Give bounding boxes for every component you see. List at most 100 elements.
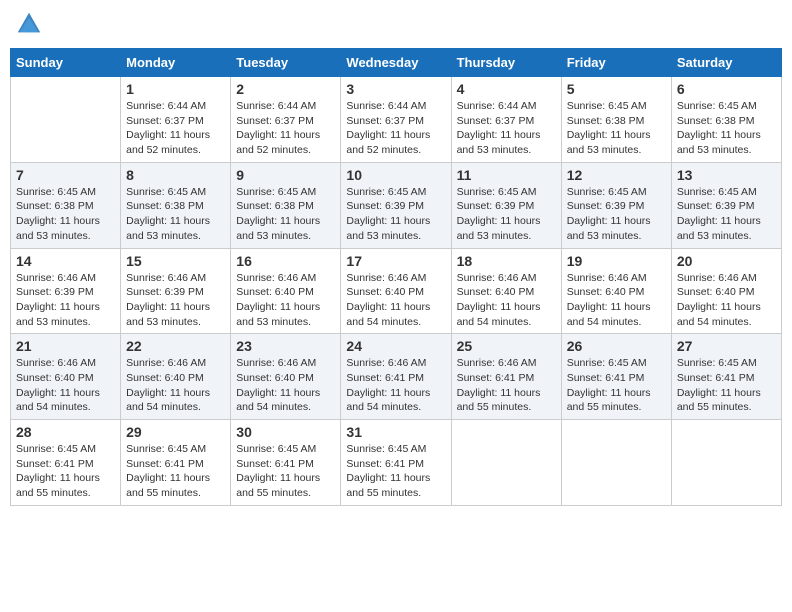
day-number: 14 xyxy=(16,253,115,269)
calendar-cell: 8 Sunrise: 6:45 AMSunset: 6:38 PMDaylight… xyxy=(121,162,231,248)
day-info: Sunrise: 6:45 AMSunset: 6:38 PMDaylight:… xyxy=(16,185,115,244)
calendar-cell: 2Sunrise: 6:44 AMSunset: 6:37 PMDaylight… xyxy=(231,77,341,163)
calendar-cell: 17 Sunrise: 6:46 AMSunset: 6:40 PMDayligh… xyxy=(341,248,451,334)
day-number: 5 xyxy=(567,81,666,97)
day-number: 19 xyxy=(567,253,666,269)
calendar-cell: 9 Sunrise: 6:45 AMSunset: 6:38 PMDaylight… xyxy=(231,162,341,248)
day-number: 9 xyxy=(236,167,335,183)
calendar-cell: 23 Sunrise: 6:46 AMSunset: 6:40 PMDayligh… xyxy=(231,334,341,420)
day-number: 28 xyxy=(16,424,115,440)
day-info: Sunrise: 6:46 AMSunset: 6:40 PMDaylight:… xyxy=(346,271,445,330)
day-info: Sunrise: 6:45 AMSunset: 6:41 PMDaylight:… xyxy=(677,356,776,415)
calendar-table: SundayMondayTuesdayWednesdayThursdayFrid… xyxy=(10,48,782,506)
calendar-cell: 24 Sunrise: 6:46 AMSunset: 6:41 PMDayligh… xyxy=(341,334,451,420)
day-number: 29 xyxy=(126,424,225,440)
day-number: 25 xyxy=(457,338,556,354)
day-number: 24 xyxy=(346,338,445,354)
day-number: 23 xyxy=(236,338,335,354)
day-info: Sunrise: 6:45 AMSunset: 6:39 PMDaylight:… xyxy=(346,185,445,244)
day-info: Sunrise: 6:45 AMSunset: 6:39 PMDaylight:… xyxy=(567,185,666,244)
calendar-week-5: 28 Sunrise: 6:45 AMSunset: 6:41 PMDayligh… xyxy=(11,420,782,506)
calendar-cell: 27 Sunrise: 6:45 AMSunset: 6:41 PMDayligh… xyxy=(671,334,781,420)
day-number: 18 xyxy=(457,253,556,269)
calendar-cell: 30 Sunrise: 6:45 AMSunset: 6:41 PMDayligh… xyxy=(231,420,341,506)
day-number: 27 xyxy=(677,338,776,354)
day-number: 6 xyxy=(677,81,776,97)
day-info: Sunrise: 6:46 AMSunset: 6:40 PMDaylight:… xyxy=(567,271,666,330)
day-number: 10 xyxy=(346,167,445,183)
day-info: Sunrise: 6:44 AMSunset: 6:37 PMDaylight:… xyxy=(126,99,225,158)
day-number: 22 xyxy=(126,338,225,354)
calendar-cell: 10 Sunrise: 6:45 AMSunset: 6:39 PMDayligh… xyxy=(341,162,451,248)
calendar-cell xyxy=(11,77,121,163)
day-info: Sunrise: 6:45 AMSunset: 6:41 PMDaylight:… xyxy=(16,442,115,501)
calendar-cell: 3 Sunrise: 6:44 AMSunset: 6:37 PMDaylight… xyxy=(341,77,451,163)
calendar-cell: 22Sunrise: 6:46 AMSunset: 6:40 PMDayligh… xyxy=(121,334,231,420)
calendar-cell: 13Sunrise: 6:45 AMSunset: 6:39 PMDayligh… xyxy=(671,162,781,248)
weekday-header-row: SundayMondayTuesdayWednesdayThursdayFrid… xyxy=(11,49,782,77)
calendar-cell: 6 Sunrise: 6:45 AMSunset: 6:38 PMDaylight… xyxy=(671,77,781,163)
day-number: 13 xyxy=(677,167,776,183)
calendar-cell: 31Sunrise: 6:45 AMSunset: 6:41 PMDayligh… xyxy=(341,420,451,506)
calendar-week-4: 21 Sunrise: 6:46 AMSunset: 6:40 PMDayligh… xyxy=(11,334,782,420)
weekday-header-tuesday: Tuesday xyxy=(231,49,341,77)
day-number: 30 xyxy=(236,424,335,440)
day-number: 12 xyxy=(567,167,666,183)
day-info: Sunrise: 6:45 AMSunset: 6:41 PMDaylight:… xyxy=(126,442,225,501)
calendar-cell: 25Sunrise: 6:46 AMSunset: 6:41 PMDayligh… xyxy=(451,334,561,420)
day-info: Sunrise: 6:46 AMSunset: 6:39 PMDaylight:… xyxy=(16,271,115,330)
calendar-cell: 16 Sunrise: 6:46 AMSunset: 6:40 PMDayligh… xyxy=(231,248,341,334)
day-info: Sunrise: 6:46 AMSunset: 6:40 PMDaylight:… xyxy=(16,356,115,415)
day-number: 16 xyxy=(236,253,335,269)
calendar-cell: 5 Sunrise: 6:45 AMSunset: 6:38 PMDaylight… xyxy=(561,77,671,163)
day-number: 3 xyxy=(346,81,445,97)
weekday-header-monday: Monday xyxy=(121,49,231,77)
day-number: 7 xyxy=(16,167,115,183)
logo-icon xyxy=(15,10,43,38)
day-number: 17 xyxy=(346,253,445,269)
day-info: Sunrise: 6:46 AMSunset: 6:40 PMDaylight:… xyxy=(236,271,335,330)
calendar-cell: 4 Sunrise: 6:44 AMSunset: 6:37 PMDaylight… xyxy=(451,77,561,163)
calendar-week-1: 1Sunrise: 6:44 AMSunset: 6:37 PMDaylight… xyxy=(11,77,782,163)
day-info: Sunrise: 6:45 AMSunset: 6:38 PMDaylight:… xyxy=(567,99,666,158)
day-info: Sunrise: 6:45 AMSunset: 6:38 PMDaylight:… xyxy=(236,185,335,244)
day-info: Sunrise: 6:44 AMSunset: 6:37 PMDaylight:… xyxy=(346,99,445,158)
calendar-cell: 14 Sunrise: 6:46 AMSunset: 6:39 PMDayligh… xyxy=(11,248,121,334)
calendar-cell: 21 Sunrise: 6:46 AMSunset: 6:40 PMDayligh… xyxy=(11,334,121,420)
day-info: Sunrise: 6:45 AMSunset: 6:41 PMDaylight:… xyxy=(567,356,666,415)
calendar-cell xyxy=(561,420,671,506)
day-info: Sunrise: 6:45 AMSunset: 6:38 PMDaylight:… xyxy=(677,99,776,158)
calendar-week-2: 7 Sunrise: 6:45 AMSunset: 6:38 PMDaylight… xyxy=(11,162,782,248)
calendar-cell xyxy=(671,420,781,506)
day-info: Sunrise: 6:45 AMSunset: 6:38 PMDaylight:… xyxy=(126,185,225,244)
weekday-header-sunday: Sunday xyxy=(11,49,121,77)
calendar-cell: 12 Sunrise: 6:45 AMSunset: 6:39 PMDayligh… xyxy=(561,162,671,248)
day-info: Sunrise: 6:45 AMSunset: 6:41 PMDaylight:… xyxy=(236,442,335,501)
day-info: Sunrise: 6:46 AMSunset: 6:41 PMDaylight:… xyxy=(346,356,445,415)
weekday-header-thursday: Thursday xyxy=(451,49,561,77)
page-header xyxy=(10,10,782,38)
day-number: 21 xyxy=(16,338,115,354)
calendar-week-3: 14 Sunrise: 6:46 AMSunset: 6:39 PMDayligh… xyxy=(11,248,782,334)
calendar-cell: 7 Sunrise: 6:45 AMSunset: 6:38 PMDaylight… xyxy=(11,162,121,248)
day-number: 4 xyxy=(457,81,556,97)
calendar-cell: 29 Sunrise: 6:45 AMSunset: 6:41 PMDayligh… xyxy=(121,420,231,506)
day-info: Sunrise: 6:46 AMSunset: 6:40 PMDaylight:… xyxy=(457,271,556,330)
logo xyxy=(15,10,47,38)
calendar-cell: 15 Sunrise: 6:46 AMSunset: 6:39 PMDayligh… xyxy=(121,248,231,334)
calendar-cell: 18 Sunrise: 6:46 AMSunset: 6:40 PMDayligh… xyxy=(451,248,561,334)
day-info: Sunrise: 6:46 AMSunset: 6:40 PMDaylight:… xyxy=(236,356,335,415)
calendar-cell: 1Sunrise: 6:44 AMSunset: 6:37 PMDaylight… xyxy=(121,77,231,163)
day-info: Sunrise: 6:44 AMSunset: 6:37 PMDaylight:… xyxy=(236,99,335,158)
day-number: 26 xyxy=(567,338,666,354)
day-number: 15 xyxy=(126,253,225,269)
day-info: Sunrise: 6:45 AMSunset: 6:39 PMDaylight:… xyxy=(457,185,556,244)
day-number: 8 xyxy=(126,167,225,183)
day-number: 11 xyxy=(457,167,556,183)
calendar-cell: 20Sunrise: 6:46 AMSunset: 6:40 PMDayligh… xyxy=(671,248,781,334)
day-info: Sunrise: 6:46 AMSunset: 6:39 PMDaylight:… xyxy=(126,271,225,330)
weekday-header-wednesday: Wednesday xyxy=(341,49,451,77)
calendar-cell: 26 Sunrise: 6:45 AMSunset: 6:41 PMDayligh… xyxy=(561,334,671,420)
day-info: Sunrise: 6:44 AMSunset: 6:37 PMDaylight:… xyxy=(457,99,556,158)
calendar-cell xyxy=(451,420,561,506)
